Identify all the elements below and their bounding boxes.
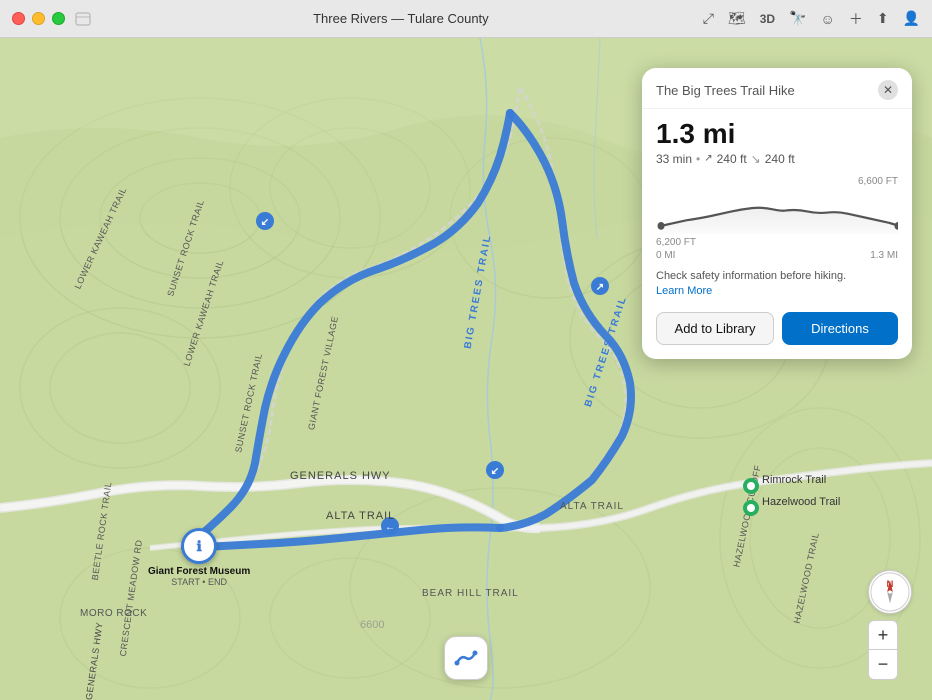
marker-sub: START • END: [171, 577, 227, 587]
info-card: The Big Trees Trail Hike ✕ 1.3 mi 33 min…: [642, 68, 912, 359]
trail-time: 33 min: [656, 152, 692, 166]
maximize-button[interactable]: [52, 12, 65, 25]
safety-note: Check safety information before hiking. …: [656, 269, 898, 300]
sep2: ↘: [751, 152, 761, 166]
trail-elev-gain: 240 ft: [717, 152, 747, 166]
marker-label: Giant Forest Museum: [148, 566, 250, 577]
chart-wrapper: [656, 187, 898, 237]
rimrock-trail-poi[interactable]: [743, 478, 759, 494]
svg-text:←: ←: [385, 522, 395, 533]
map-controls: N + −: [868, 570, 912, 680]
close-card-button[interactable]: ✕: [878, 80, 898, 100]
trail-distance: 1.3 mi: [656, 119, 898, 150]
chart-start: 0 MI: [656, 250, 675, 261]
traffic-lights: [12, 12, 65, 25]
minimize-button[interactable]: [32, 12, 45, 25]
card-body: 1.3 mi 33 min • ↗ 240 ft ↘ 240 ft 6,600 …: [642, 109, 912, 359]
share-toolbar-icon[interactable]: ⬆: [877, 10, 889, 27]
svg-text:↗: ↗: [596, 282, 604, 293]
zoom-in-button[interactable]: +: [868, 620, 898, 650]
svg-text:↙: ↙: [261, 217, 269, 228]
zoom-controls: + −: [868, 620, 912, 680]
svg-text:↙: ↙: [491, 466, 499, 477]
map-toolbar-icon[interactable]: 🗺: [728, 10, 746, 27]
window-icon: [75, 11, 91, 27]
toolbar-controls: ⤢ 🗺 3D 🔭 ☺ ＋ ⬆ 👤: [703, 9, 920, 29]
start-end-marker[interactable]: ℹ Giant Forest Museum START • END: [148, 528, 250, 587]
elev-high-label: 6,600 FT: [858, 176, 898, 187]
elev-low-label: 6,200 FT: [656, 237, 696, 248]
titlebar: Three Rivers — Tulare County ⤢ 🗺 3D 🔭 ☺ …: [0, 0, 932, 38]
sep1: •: [696, 152, 700, 166]
directions-toolbar-icon[interactable]: ⤢: [703, 10, 714, 27]
close-button[interactable]: [12, 12, 25, 25]
learn-more-link[interactable]: Learn More: [656, 285, 712, 297]
directions-button[interactable]: Directions: [782, 312, 898, 345]
trail-stats: 33 min • ↗ 240 ft ↘ 240 ft: [656, 152, 898, 166]
card-header: The Big Trees Trail Hike ✕: [642, 68, 912, 109]
zoom-out-button[interactable]: −: [868, 650, 898, 680]
elev-gain-icon: ↗: [704, 153, 712, 164]
elevation-svg: [656, 187, 898, 237]
card-actions: Add to Library Directions: [656, 312, 898, 345]
route-track-button[interactable]: [444, 636, 488, 680]
chart-axis: 0 MI 1.3 MI: [656, 250, 898, 261]
elevation-chart: 6,600 FT: [656, 176, 898, 261]
compass-button[interactable]: N: [868, 570, 912, 614]
account-toolbar-icon[interactable]: 👤: [903, 10, 920, 27]
add-to-library-button[interactable]: Add to Library: [656, 312, 774, 345]
window-title: Three Rivers — Tulare County: [99, 11, 703, 26]
3d-toolbar-label[interactable]: 3D: [760, 12, 775, 26]
face-toolbar-icon[interactable]: ☺: [821, 11, 835, 27]
svg-text:6600: 6600: [360, 619, 384, 631]
binoculars-toolbar-icon[interactable]: 🔭: [789, 10, 806, 27]
hazelwood-trail-poi[interactable]: [743, 500, 759, 516]
chart-end: 1.3 MI: [870, 250, 898, 261]
marker-circle: ℹ: [181, 528, 217, 564]
card-title: The Big Trees Trail Hike: [656, 83, 795, 98]
add-toolbar-icon[interactable]: ＋: [849, 9, 863, 29]
map-view[interactable]: ↙ ↗ ↙ ← 6600 LOWER KAWEAH TRAIL SUNSET R…: [0, 38, 932, 700]
trail-elev-loss: 240 ft: [765, 152, 795, 166]
